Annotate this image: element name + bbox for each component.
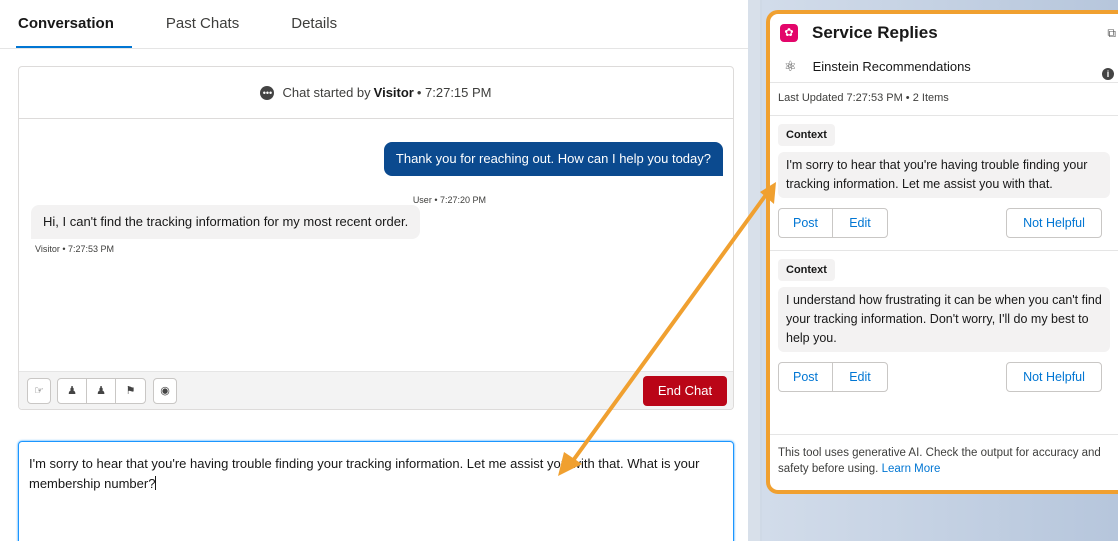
add-agent-icon[interactable]: ♟	[87, 379, 116, 403]
recommendation-actions: Post Edit Not Helpful	[778, 208, 1110, 240]
einstein-atom-icon: ⚛	[784, 57, 797, 74]
text-caret	[155, 476, 157, 490]
ai-disclaimer: This tool uses generative AI. Check the …	[770, 434, 1118, 490]
post-button[interactable]: Post	[779, 363, 833, 391]
post-edit-group: Post Edit	[778, 362, 888, 392]
chat-start-header: ••• Chat started by Visitor • 7:27:15 PM	[19, 67, 733, 119]
tab-bar: Conversation Past Chats Details	[16, 0, 389, 48]
quick-text-icon[interactable]: ◉	[153, 378, 177, 404]
learn-more-link[interactable]: Learn More	[882, 463, 941, 475]
einstein-label: Einstein Recommendations	[812, 58, 971, 74]
recommendation-card: Context I'm sorry to hear that you're ha…	[770, 116, 1118, 251]
tab-details[interactable]: Details	[291, 0, 337, 48]
context-badge: Context	[778, 124, 835, 146]
visitor-message-meta: Visitor • 7:27:53 PM	[35, 244, 115, 254]
not-helpful-button[interactable]: Not Helpful	[1006, 208, 1102, 238]
chat-bubble-icon: •••	[260, 85, 275, 100]
einstein-source: ⚛ Einstein Recommendations	[770, 52, 1118, 80]
chat-transcript: ••• Chat started by Visitor • 7:27:15 PM…	[18, 66, 734, 410]
panel-title: Service Replies	[812, 23, 938, 42]
chat-start-name: Visitor	[373, 85, 414, 100]
escalate-icon[interactable]: ♟	[58, 379, 87, 403]
agent-message-meta: User • 7:27:20 PM	[412, 195, 486, 205]
toolbar-button-group: ♟ ♟ ⚑	[57, 378, 146, 404]
flag-icon[interactable]: ⚑	[116, 379, 145, 403]
tab-conversation[interactable]: Conversation	[16, 0, 132, 48]
popout-icon[interactable]: ⧉	[1107, 26, 1116, 41]
post-edit-group: Post Edit	[778, 208, 888, 238]
composer-text: I'm sorry to hear that you're having tro…	[29, 456, 700, 491]
message-composer[interactable]: I'm sorry to hear that you're having tro…	[18, 441, 734, 541]
recommendation-actions: Post Edit Not Helpful	[778, 362, 1110, 394]
tab-divider	[0, 48, 748, 49]
transfer-icon[interactable]: ☞	[27, 378, 51, 404]
not-helpful-button[interactable]: Not Helpful	[1006, 362, 1102, 392]
tab-past-chats[interactable]: Past Chats	[166, 0, 239, 48]
service-replies-icon: ✿	[780, 24, 798, 42]
service-replies-panel: ✿ Service Replies ⧉ ⚛ Einstein Recommend…	[766, 10, 1118, 494]
info-icon[interactable]: i	[1102, 68, 1114, 80]
recommendation-text: I'm sorry to hear that you're having tro…	[778, 152, 1110, 198]
last-updated: Last Updated 7:27:53 PM • 2 Items	[770, 82, 1118, 116]
chat-start-prefix: Chat started by	[282, 85, 371, 100]
chat-start-time: • 7:27:15 PM	[416, 85, 492, 100]
recommendation-text: I understand how frustrating it can be w…	[778, 287, 1110, 352]
agent-message: Thank you for reaching out. How can I he…	[383, 142, 723, 176]
edit-button[interactable]: Edit	[833, 209, 887, 237]
recommendation-card: Context I understand how frustrating it …	[770, 251, 1118, 394]
end-chat-button[interactable]: End Chat	[643, 376, 727, 406]
chat-console: Conversation Past Chats Details ••• Chat…	[0, 0, 748, 541]
post-button[interactable]: Post	[779, 209, 833, 237]
visitor-message: Hi, I can't find the tracking informatio…	[31, 205, 421, 239]
context-badge: Context	[778, 259, 835, 281]
panel-header: ✿ Service Replies ⧉	[770, 14, 1118, 52]
chat-toolbar: ☞ ♟ ♟ ⚑ ◉ End Chat	[19, 371, 733, 409]
edit-button[interactable]: Edit	[833, 363, 887, 391]
